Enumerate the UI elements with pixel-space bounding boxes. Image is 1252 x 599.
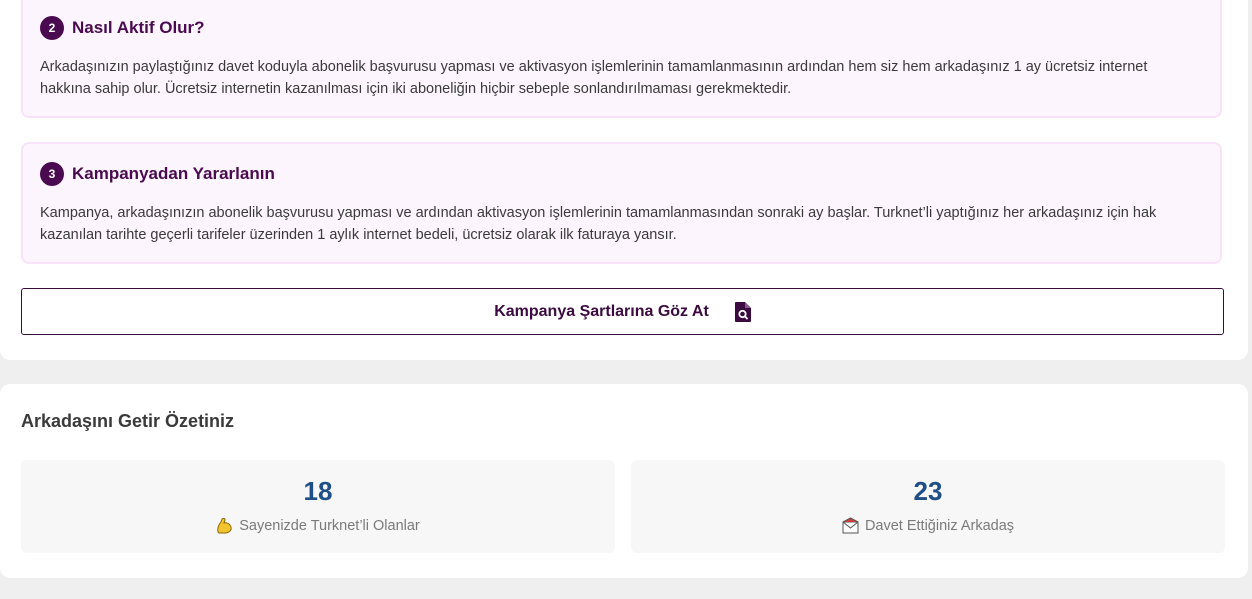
view-campaign-terms-button[interactable]: Kampanya Şartlarına Göz At: [21, 288, 1224, 335]
stat-label-text: Sayenizde Turknet’li Olanlar: [239, 517, 420, 534]
stat-label-text: Davet Ettiğiniz Arkadaş: [864, 517, 1015, 534]
flexed-biceps-icon: [216, 517, 233, 534]
stat-invited-friends: 23 Davet Ettiğiniz Arkadaş: [631, 460, 1225, 553]
terms-button-label: Kampanya Şartlarına Göz At: [494, 302, 709, 320]
step-how-activate: 2 Nasıl Aktif Olur? Arkadaşınızın paylaş…: [21, 0, 1222, 118]
stat-label: Sayenizde Turknet’li Olanlar: [21, 517, 615, 534]
envelope-icon: [842, 517, 859, 534]
step-description: Kampanya, arkadaşınızın abonelik başvuru…: [40, 205, 1157, 243]
step-header: 2 Nasıl Aktif Olur?: [40, 16, 205, 40]
step-description: Arkadaşınızın paylaştığınız davet koduyl…: [40, 59, 1148, 97]
document-search-icon: [734, 301, 751, 322]
step-benefit: 3 Kampanyadan Yararlanın Kampanya, arkad…: [21, 142, 1222, 264]
summary-title: Arkadaşını Getir Özetiniz: [21, 411, 235, 431]
stat-joined-friends: 18 Sayenizde Turknet’li Olanlar: [21, 460, 615, 553]
stat-label: Davet Ettiğiniz Arkadaş: [631, 517, 1225, 534]
stat-value: 18: [303, 476, 333, 506]
step-number-badge: 2: [40, 16, 64, 40]
step-header: 3 Kampanyadan Yararlanın: [40, 162, 275, 186]
step-number-badge: 3: [40, 162, 64, 186]
step-title: Nasıl Aktif Olur?: [72, 18, 205, 37]
step-title: Kampanyadan Yararlanın: [72, 164, 275, 183]
stat-value: 23: [913, 476, 943, 506]
referral-summary-card: Arkadaşını Getir Özetiniz 18 Sayenizde T…: [0, 384, 1248, 578]
